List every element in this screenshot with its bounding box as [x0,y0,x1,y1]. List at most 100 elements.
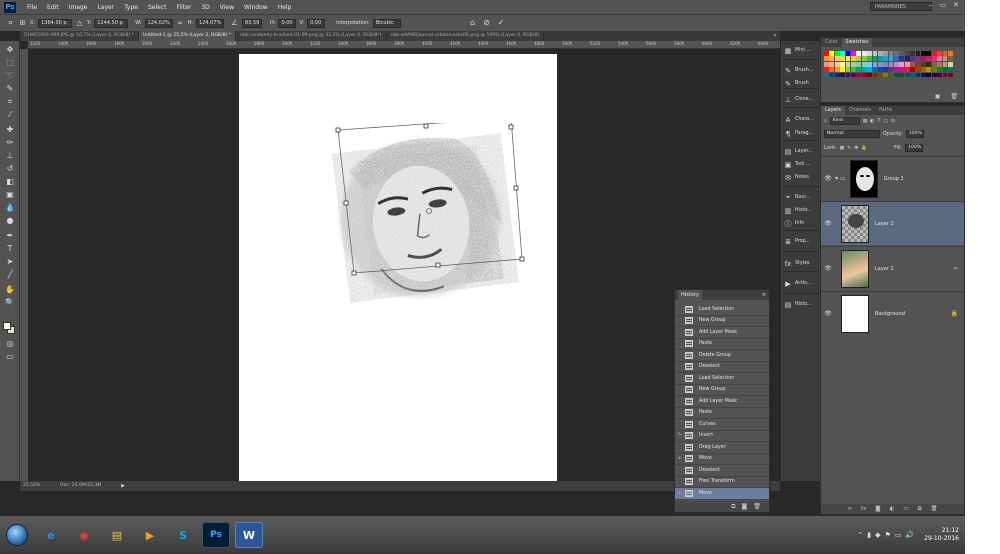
color-swatch[interactable] [899,72,905,78]
history-state[interactable]: Drag Layer [675,442,769,454]
history-state[interactable]: ▸ Move [675,454,769,465]
dock-item-chara[interactable]: A Chara... [781,113,821,126]
commit-transform-icon[interactable]: ✓ [498,18,505,27]
eyedropper-tool-icon[interactable]: ⁄ [4,110,16,120]
new-group-icon[interactable]: ▭ [903,504,908,514]
color-swatch[interactable] [877,61,883,67]
taskbar-photoshop-icon[interactable]: Ps [202,522,230,548]
color-swatch[interactable] [850,67,856,72]
history-source-icon[interactable] [675,466,685,475]
color-swatch[interactable] [856,56,862,62]
dock-item-brush[interactable]: ✎ Brush... [781,64,821,77]
visibility-eye-icon[interactable]: 👁 [821,310,835,317]
color-swatch[interactable] [867,56,872,62]
color-swatch[interactable] [850,51,856,56]
height-field[interactable]: 124,07% [196,18,224,28]
history-source-icon[interactable]: ▸ [675,489,685,498]
color-swatch[interactable] [856,67,862,72]
lock-position-icon[interactable]: ✥ [854,146,858,151]
color-swatch[interactable] [937,51,942,56]
color-swatch[interactable] [926,51,932,56]
color-swatch[interactable] [877,56,883,62]
history-state[interactable]: Add Layer Mask [675,396,769,408]
color-swatch[interactable] [861,67,867,72]
color-swatch[interactable] [937,72,942,78]
color-swatch[interactable] [883,61,889,67]
link-layers-icon[interactable]: ∞ [847,504,852,514]
color-swatch[interactable] [872,72,878,78]
flag-icon[interactable]: ⚑ [885,531,891,539]
color-swatch[interactable] [942,67,948,72]
color-swatch[interactable] [899,67,905,72]
color-swatch[interactable] [888,72,894,78]
quick-mask-icon[interactable]: ◎ [4,339,16,349]
color-swatch[interactable] [931,61,937,67]
color-swatch[interactable] [867,67,872,72]
color-swatch[interactable] [856,61,862,67]
battery-icon[interactable]: ▭ [895,531,902,539]
type-tool-icon[interactable]: T [4,244,16,254]
color-swatch[interactable] [867,72,872,78]
color-swatch[interactable] [840,72,845,78]
history-source-icon[interactable] [675,397,685,406]
history-source-icon[interactable] [675,316,685,325]
color-swatch[interactable] [850,72,856,78]
volume-icon[interactable]: 🔊 [905,531,914,539]
history-state[interactable]: Deselect [675,465,769,477]
show-hidden-icons-icon[interactable]: ⌃ [857,531,863,539]
lasso-tool-icon[interactable]: ➰ [4,71,16,81]
color-swatch[interactable] [888,61,894,67]
new-document-from-state-icon[interactable]: ⧉ [731,501,735,512]
color-swatch[interactable] [888,56,894,62]
layer-row[interactable]: 👁 Layer 1 ∞ [821,246,964,290]
color-swatch[interactable] [845,72,851,78]
taskbar-word-icon[interactable]: W [235,522,263,548]
color-swatch[interactable] [877,51,883,56]
dock-item-parag[interactable]: ¶ Parag... [781,127,821,140]
color-swatch[interactable] [872,56,878,62]
color-swatch[interactable] [915,72,921,78]
document-tab[interactable]: nbk-randomly-brushed-01-09.png @ 33,3% (… [236,31,387,41]
taskbar-explorer-ie-icon[interactable]: e [37,522,65,548]
menu-type[interactable]: Type [119,4,143,11]
dock-item-histo[interactable]: ▥ Histo... [781,204,821,217]
link-icon[interactable]: ∞ [176,19,185,28]
taskbar-file-explorer-icon[interactable]: ▤ [103,522,131,548]
x-field[interactable]: 1364,00 p [38,18,73,28]
filter-pixel-icon[interactable]: ▧ [863,119,868,124]
color-swatch[interactable] [899,56,905,62]
history-source-icon[interactable] [675,362,685,371]
dock-item-layer[interactable]: ▤ Layer... [781,145,821,158]
screen-mode-icon[interactable]: ▭ [4,352,16,362]
layer-style-icon[interactable]: fx [861,504,866,514]
taskbar-skype-icon[interactable]: S [169,522,197,548]
color-swatch[interactable] [926,61,932,67]
width-field[interactable]: 124,02% [144,18,173,28]
history-brush-tool-icon[interactable]: ↺ [4,164,16,174]
history-source-icon[interactable] [675,305,685,314]
layer-name[interactable]: Layer 2 [875,221,894,227]
color-swatch[interactable] [921,72,926,78]
hand-tool-icon[interactable]: ✋ [4,285,16,295]
history-state[interactable]: ▸ Move [675,488,769,500]
tab-swatches[interactable]: Swatches [841,38,873,47]
color-swatch[interactable] [937,61,942,67]
color-swatch[interactable] [910,67,916,72]
menu-window[interactable]: Window [239,4,273,11]
history-state[interactable]: Add Layer Mask [675,327,769,339]
color-swatch[interactable] [829,67,835,72]
color-swatch[interactable] [845,67,851,72]
menu-view[interactable]: View [215,4,239,11]
cancel-transform-icon[interactable]: ⊘ [483,18,490,27]
vskew-field[interactable]: 0,00 [307,18,326,28]
document-tab[interactable]: 51WE5064-099.JPG @ 16,7% (Layer 0, RGB/8… [20,31,139,41]
filter-type-icon[interactable]: T [877,119,880,124]
history-source-icon[interactable] [675,328,685,337]
dock-item-histo[interactable]: ▤ Histo... [781,298,821,311]
dock-item-styles[interactable]: fx Styles [781,257,821,270]
color-swatch[interactable] [947,51,953,56]
color-swatch[interactable] [861,61,867,67]
color-swatch[interactable] [883,67,889,72]
tab-channels[interactable]: Channels [845,106,875,115]
color-swatch[interactable] [910,61,916,67]
